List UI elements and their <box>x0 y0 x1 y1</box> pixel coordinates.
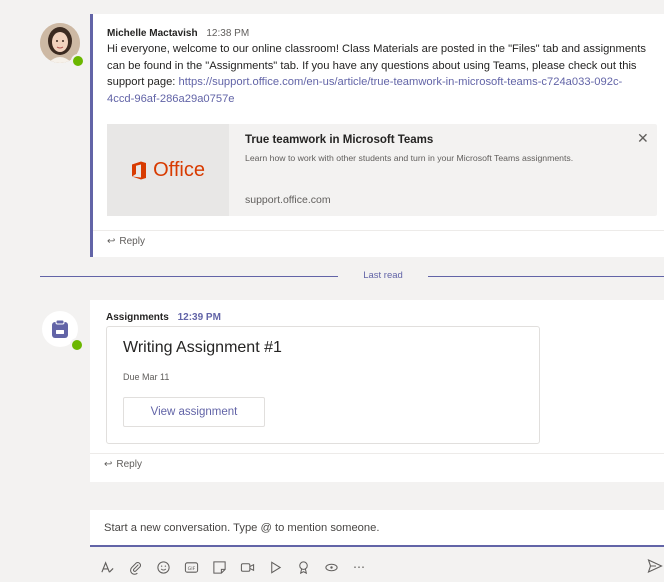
office-logo-icon <box>132 161 147 179</box>
office-logo-text: Office <box>153 158 205 181</box>
compose-toolbar: GIF ⋯ <box>98 556 664 578</box>
assignment-title: Writing Assignment #1 <box>123 339 282 356</box>
message-body: Hi everyone, welcome to our online class… <box>107 41 647 107</box>
reply-label: Reply <box>119 236 145 247</box>
office-logo: Office <box>131 159 205 182</box>
link-preview-card[interactable]: Office True teamwork in Microsoft Teams … <box>107 124 657 216</box>
link-preview-description: Learn how to work with other students an… <box>245 153 574 163</box>
meet-now-icon[interactable] <box>238 558 256 576</box>
gif-icon[interactable]: GIF <box>182 558 200 576</box>
reply-arrow-icon: ↩ <box>107 236 116 247</box>
message-michelle: Michelle Mactavish 12:38 PM Hi everyone,… <box>90 14 664 257</box>
sticker-icon[interactable] <box>210 558 228 576</box>
reply-arrow-icon: ↩ <box>104 459 113 470</box>
message-assignments: Assignments 12:39 PM Writing Assignment … <box>90 300 664 482</box>
reply-divider <box>93 230 664 231</box>
last-read-line-right <box>428 276 664 277</box>
message-header: Michelle Mactavish 12:38 PM <box>107 28 249 39</box>
reply-button[interactable]: ↩ Reply <box>104 459 142 470</box>
presence-available-icon <box>71 54 85 68</box>
reply-label: Reply <box>116 459 142 470</box>
link-preview-title[interactable]: True teamwork in Microsoft Teams <box>245 134 433 146</box>
message-timestamp: 12:38 PM <box>206 28 250 39</box>
message-author[interactable]: Assignments <box>106 312 169 323</box>
more-options-icon[interactable]: ⋯ <box>350 558 368 576</box>
link-preview-domain: support.office.com <box>245 194 331 206</box>
send-icon[interactable] <box>647 558 663 574</box>
loop-icon[interactable] <box>322 558 340 576</box>
compose-box[interactable] <box>90 510 664 547</box>
assignment-due-date: Due Mar 11 <box>123 372 170 382</box>
message-author[interactable]: Michelle Mactavish <box>107 28 198 39</box>
close-icon[interactable]: ✕ <box>637 130 649 147</box>
teams-channel-conversation: Michelle Mactavish 12:38 PM Hi everyone,… <box>0 0 664 582</box>
emoji-icon[interactable] <box>154 558 172 576</box>
praise-icon[interactable] <box>294 558 312 576</box>
last-read-label: Last read <box>363 270 403 281</box>
stream-icon[interactable] <box>266 558 284 576</box>
support-link[interactable]: https://support.office.com/en-us/article… <box>107 76 622 105</box>
link-preview-thumbnail: Office <box>107 124 229 216</box>
view-assignment-button[interactable]: View assignment <box>123 397 265 427</box>
reply-button[interactable]: ↩ Reply <box>107 236 145 247</box>
reply-divider <box>90 453 664 454</box>
attach-icon[interactable] <box>126 558 144 576</box>
svg-text:GIF: GIF <box>187 565 195 571</box>
message-timestamp: 12:39 PM <box>177 312 221 323</box>
assignments-app-icon <box>52 320 68 338</box>
last-read-line-left <box>40 276 338 277</box>
format-icon[interactable] <box>98 558 116 576</box>
assignment-card: Writing Assignment #1 Due Mar 11 View as… <box>106 326 540 444</box>
compose-input[interactable] <box>104 519 644 537</box>
message-header: Assignments 12:39 PM <box>106 312 221 323</box>
presence-available-icon <box>70 338 84 352</box>
